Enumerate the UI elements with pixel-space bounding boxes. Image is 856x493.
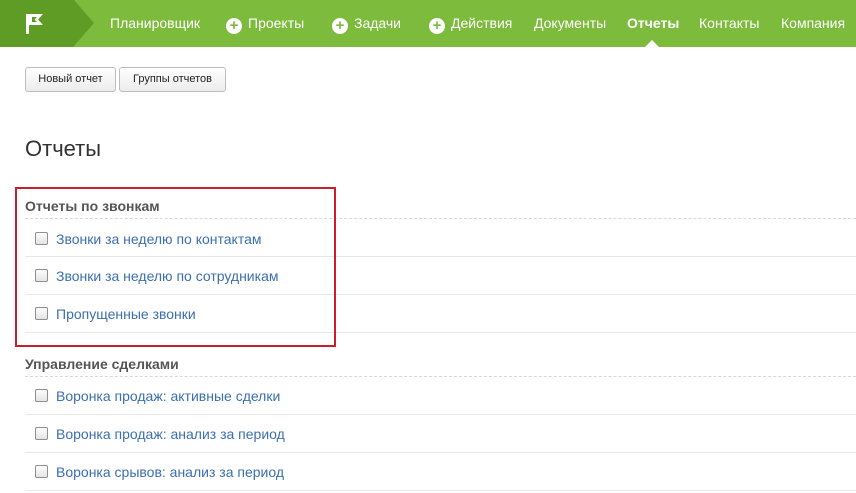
page-title: Отчеты — [25, 136, 102, 161]
report-checkbox[interactable] — [35, 465, 48, 478]
nav-item-documents[interactable]: Документы — [534, 0, 606, 47]
report-groups-button[interactable]: Группы отчетов — [119, 67, 226, 92]
flag-logo-icon — [26, 14, 43, 34]
nav-item-label: Документы — [534, 15, 607, 31]
nav-item-label: Проекты — [248, 15, 305, 31]
report-checkbox[interactable] — [35, 427, 48, 440]
highlight-box — [15, 187, 336, 347]
nav-item-contacts[interactable]: Контакты — [699, 0, 759, 47]
report-checkbox[interactable] — [35, 389, 48, 402]
nav-item-label: Планировщик — [110, 15, 201, 31]
report-link[interactable]: Воронка продаж: анализ за период — [56, 426, 285, 442]
nav-item-label: Отчеты — [627, 15, 680, 31]
report-link[interactable]: Воронка продаж: активные сделки — [56, 388, 280, 404]
nav-item-actions[interactable]: + Действия — [429, 0, 512, 47]
active-tab-caret-icon — [645, 40, 659, 47]
nav-item-tasks[interactable]: + Задачи — [332, 0, 401, 47]
nav-item-label: Действия — [451, 15, 513, 31]
nav-item-label: Контакты — [699, 15, 760, 31]
nav-item-label: Компания — [781, 15, 846, 31]
logo-arrow — [74, 0, 94, 46]
report-row: Воронка продаж: активные сделки — [25, 377, 856, 415]
report-row: Воронка продаж: анализ за период — [25, 415, 856, 453]
report-row: Воронка срывов: анализ за период — [25, 453, 856, 491]
plus-circle-icon[interactable]: + — [429, 18, 445, 34]
plus-circle-icon[interactable]: + — [226, 18, 242, 34]
plus-circle-icon[interactable]: + — [332, 18, 348, 34]
nav-item-label: Задачи — [354, 15, 402, 31]
top-navigation: Планировщик + Проекты + Задачи + Действия Д… — [0, 0, 856, 47]
report-link[interactable]: Воронка срывов: анализ за период — [56, 464, 284, 480]
logo[interactable] — [0, 0, 74, 47]
new-report-button[interactable]: Новый отчет — [25, 67, 116, 92]
group-title-deals: Управление сделками — [25, 356, 179, 372]
nav-item-companies[interactable]: Компания — [781, 0, 845, 47]
nav-item-planner[interactable]: Планировщик — [110, 0, 200, 47]
nav-item-projects[interactable]: + Проекты — [226, 0, 304, 47]
